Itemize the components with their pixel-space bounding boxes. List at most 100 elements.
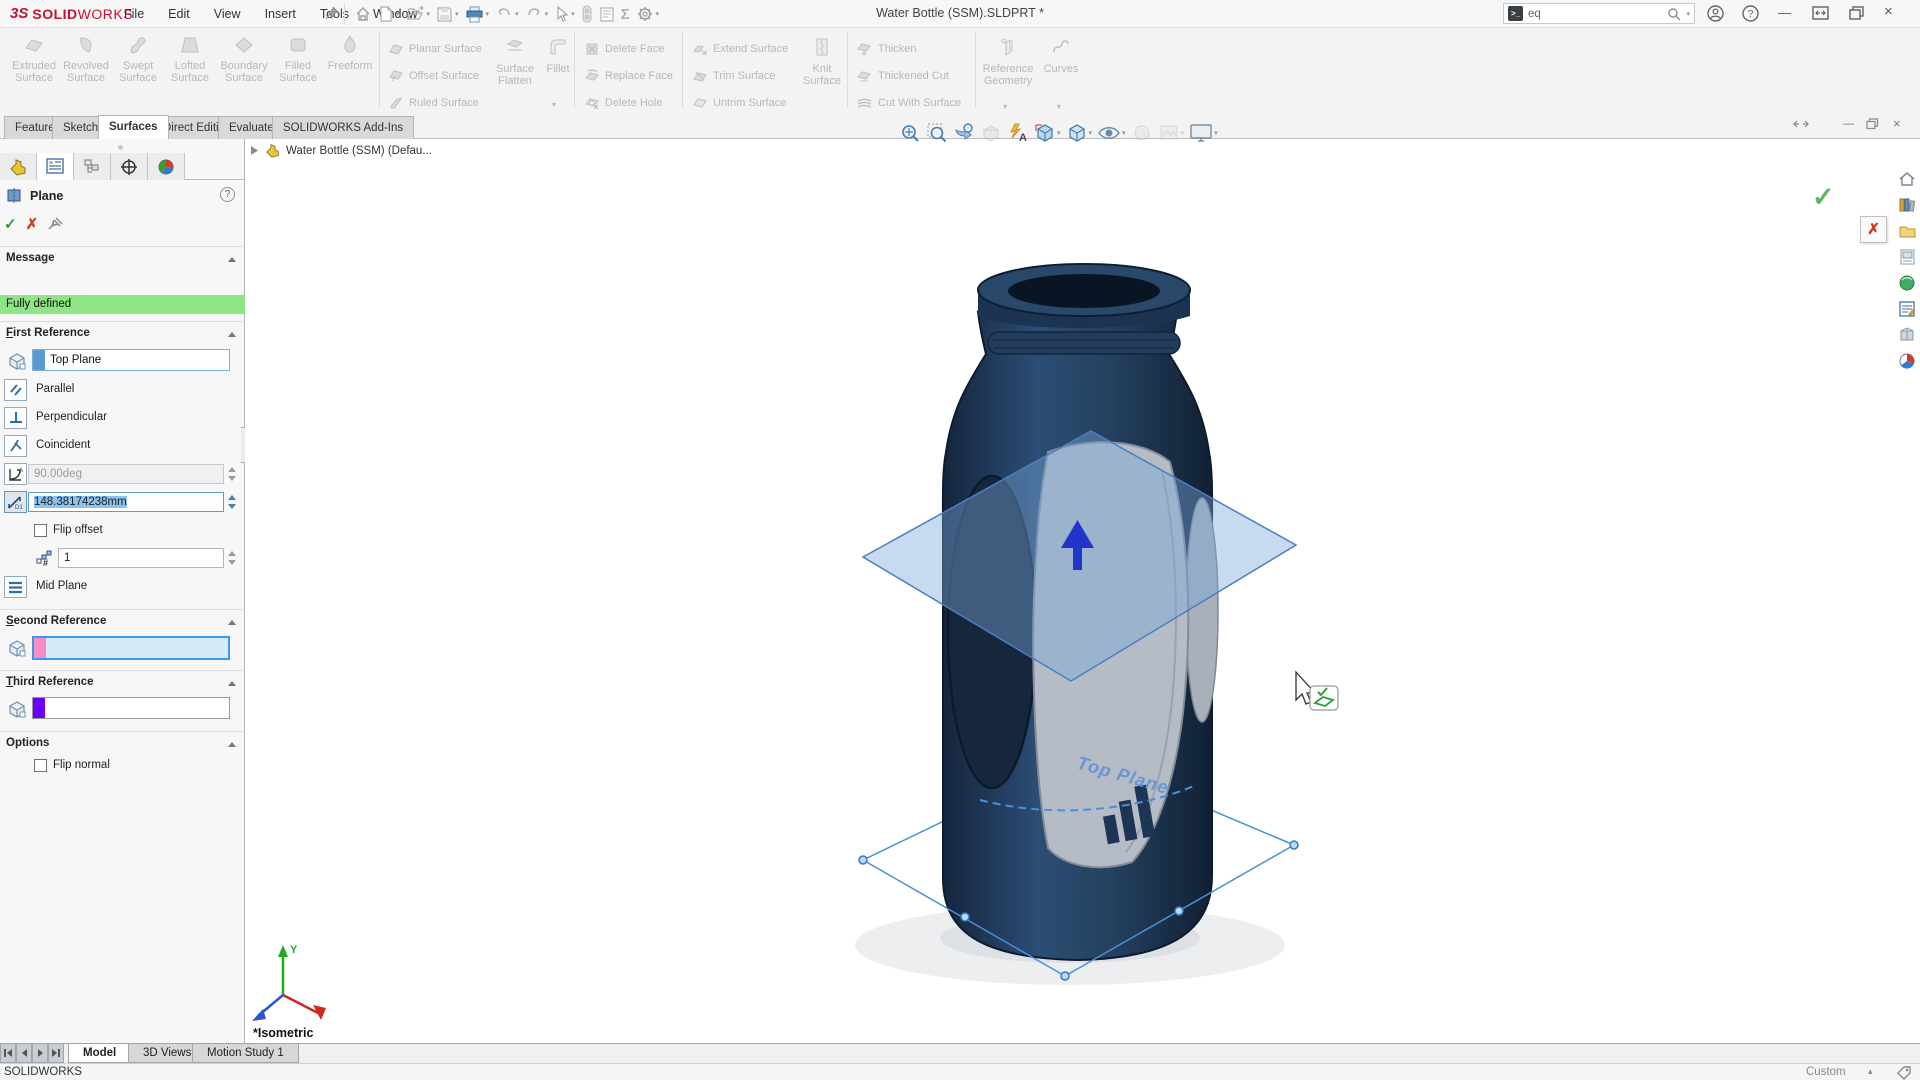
options-dropdown-arrow[interactable]: ▾ — [656, 10, 660, 18]
trim-surface-button[interactable]: Trim Surface — [692, 65, 776, 86]
select-dropdown-arrow[interactable]: ▾ — [571, 10, 575, 18]
pin-menu-icon[interactable] — [325, 6, 339, 24]
reference-geometry-dropdown-arrow[interactable]: ▾ — [1003, 102, 1007, 111]
dimxpertmanager-tab[interactable] — [111, 153, 148, 180]
featuremanager-tree-tab[interactable] — [0, 153, 37, 180]
view-settings-dropdown-arrow[interactable]: ▾ — [1214, 129, 1218, 137]
curves-dropdown-arrow[interactable]: ▾ — [1057, 102, 1061, 111]
hide-show-items-button[interactable]: ▾ — [1096, 121, 1127, 145]
search-input[interactable]: eq — [1528, 8, 1662, 20]
menu-file[interactable]: File — [112, 0, 156, 28]
reference-geometry-button[interactable]: Reference Geometry — [978, 36, 1038, 87]
print-dropdown-arrow[interactable]: ▾ — [486, 10, 490, 18]
menu-insert[interactable]: Insert — [253, 0, 308, 28]
collapse-chevron-icon[interactable] — [228, 742, 236, 747]
appearances-tab[interactable] — [1896, 272, 1918, 294]
filled-surface-button[interactable]: Filled Surface — [272, 34, 324, 84]
third-reference-selection[interactable] — [32, 697, 230, 719]
first-tab-button[interactable] — [0, 1044, 16, 1063]
perpendicular-icon[interactable] — [4, 407, 27, 429]
zoom-area-button[interactable] — [925, 121, 949, 145]
thickened-cut-button[interactable]: Thickened Cut — [856, 65, 949, 86]
open-button[interactable]: ▾ — [404, 2, 433, 26]
save-dropdown-arrow[interactable]: ▾ — [455, 10, 459, 18]
ok-button[interactable]: ✓ — [4, 215, 17, 233]
help-icon[interactable]: ? — [220, 187, 235, 202]
viewport-ok-button[interactable]: ✓ — [1812, 182, 1835, 213]
first-reference-group-header[interactable]: First Reference — [6, 327, 231, 339]
cut-with-surface-button[interactable]: Cut With Surface — [856, 92, 961, 113]
view-settings-button[interactable]: ▾ — [1188, 121, 1219, 145]
viewport-cancel-button[interactable]: ✗ — [1860, 216, 1887, 243]
file-explorer-tab[interactable] — [1896, 220, 1918, 242]
knit-surface-button[interactable]: Knit Surface — [800, 36, 844, 87]
file-properties-button[interactable] — [597, 2, 617, 26]
coincident-icon[interactable] — [4, 435, 27, 457]
account-icon[interactable] — [1706, 4, 1725, 26]
flip-normal-checkbox[interactable] — [34, 759, 47, 772]
display-style-dropdown-arrow[interactable]: ▾ — [1089, 129, 1093, 137]
tearoff-ribbon-icon[interactable] — [1793, 118, 1809, 133]
planar-surface-button[interactable]: Planar Surface — [388, 38, 482, 59]
equations-button[interactable]: Σ — [619, 2, 632, 26]
distance-spinner[interactable] — [226, 492, 238, 512]
redo-dropdown-arrow[interactable]: ▾ — [545, 10, 549, 18]
flip-offset-label[interactable]: Flip offset — [53, 524, 103, 536]
edit-appearance-button[interactable] — [1130, 121, 1154, 145]
extend-surface-button[interactable]: Extend Surface — [692, 38, 788, 59]
lofted-surface-button[interactable]: Lofted Surface — [164, 34, 216, 84]
curves-button[interactable]: Curves — [1038, 36, 1084, 75]
feature-tree-root[interactable]: Water Bottle (SSM) (Defau... — [286, 145, 432, 157]
view-orientation-dropdown-arrow[interactable]: ▾ — [1057, 129, 1061, 137]
view-orientation-button[interactable]: ▾ — [1033, 121, 1062, 145]
minimize-button[interactable]: — — [1778, 5, 1791, 20]
breadcrumb[interactable]: Water Bottle (SSM) (Defau... — [250, 143, 432, 158]
tab-solidworks-addins[interactable]: SOLIDWORKS Add-Ins — [272, 116, 414, 139]
second-reference-group-header[interactable]: Second Reference — [6, 615, 231, 627]
swept-surface-button[interactable]: Swept Surface — [112, 34, 164, 84]
displaymanager-tab[interactable] — [148, 153, 185, 180]
flyout-tree-arrow-icon[interactable] — [250, 145, 259, 156]
resources-tab[interactable] — [1896, 168, 1918, 190]
parallel-option[interactable]: Parallel — [36, 383, 74, 395]
options-button[interactable]: ▾ — [634, 2, 662, 26]
tab-surfaces[interactable]: Surfaces — [98, 115, 169, 139]
first-reference-selection[interactable]: Top Plane — [32, 349, 230, 371]
model-scene[interactable]: Top Plane Y — [245, 139, 1920, 1043]
doc-restore-icon[interactable] — [1866, 118, 1879, 133]
new-dropdown-arrow[interactable]: ▾ — [396, 10, 400, 18]
save-button[interactable]: ▾ — [434, 2, 461, 26]
help-icon[interactable]: ? — [1741, 4, 1760, 26]
collapse-chevron-icon[interactable] — [228, 620, 236, 625]
perpendicular-option[interactable]: Perpendicular — [36, 411, 107, 423]
panel-splitter-handle[interactable] — [118, 145, 123, 150]
cancel-button[interactable]: ✗ — [26, 215, 39, 233]
doc-close-icon[interactable]: × — [1893, 116, 1901, 131]
distance-icon[interactable]: D1 — [4, 491, 27, 513]
coincident-option[interactable]: Coincident — [36, 439, 90, 451]
doc-minimize-icon[interactable]: — — [1843, 118, 1854, 130]
next-tab-button[interactable] — [32, 1044, 48, 1063]
instances-input[interactable]: 1 — [58, 548, 224, 568]
undo-dropdown-arrow[interactable]: ▾ — [515, 10, 519, 18]
untrim-surface-button[interactable]: Untrim Surface — [692, 92, 786, 113]
close-button[interactable]: × — [1884, 3, 1893, 20]
configurationmanager-tab[interactable] — [74, 153, 111, 180]
flip-normal-label[interactable]: Flip normal — [53, 759, 110, 771]
redo-button[interactable]: ▾ — [523, 2, 551, 26]
hide-show-dropdown-arrow[interactable]: ▾ — [1122, 129, 1126, 137]
tag-icon[interactable] — [1896, 1065, 1912, 1080]
propertymanager-tab[interactable] — [37, 153, 74, 180]
undo-button[interactable]: ▾ — [493, 2, 521, 26]
pack-and-go-tab[interactable] — [1896, 324, 1918, 346]
empty-selection-field[interactable] — [45, 698, 229, 718]
forum-tab[interactable] — [1896, 350, 1918, 372]
previous-view-button[interactable] — [952, 121, 976, 145]
second-reference-selection[interactable] — [32, 636, 230, 660]
apply-scene-dropdown-arrow[interactable]: ▾ — [1181, 129, 1185, 137]
extruded-surface-button[interactable]: Extruded Surface — [8, 34, 60, 84]
boundary-surface-button[interactable]: Boundary Surface — [218, 34, 270, 84]
print-button[interactable]: ▾ — [463, 2, 492, 26]
flip-offset-checkbox[interactable] — [34, 524, 47, 537]
search-icon[interactable] — [1667, 7, 1681, 21]
